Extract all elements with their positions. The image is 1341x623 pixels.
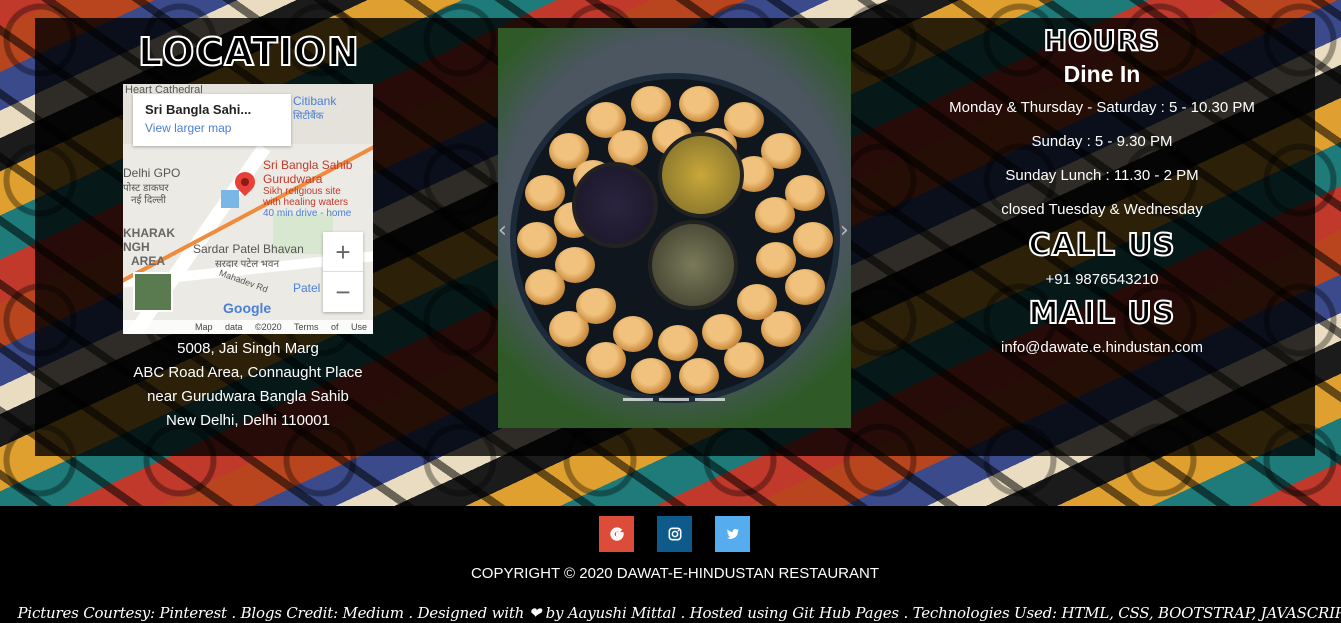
puri-item xyxy=(631,86,672,123)
copyright-text: COPYRIGHT © 2020 DAWAT-E-HINDUSTAN RESTA… xyxy=(470,565,880,582)
map-marker-title2: Gurudwara xyxy=(263,172,323,186)
terms-of-use-link[interactable]: Terms of Use xyxy=(294,322,367,332)
phone-number[interactable]: +91 9876543210 xyxy=(900,271,1304,288)
map-label-sardar: Sardar Patel Bhavan xyxy=(193,242,304,256)
puri-item xyxy=(678,86,719,123)
puri-item xyxy=(793,222,833,258)
carousel-indicator[interactable] xyxy=(695,398,725,401)
map-label-area: AREA xyxy=(131,254,166,268)
pani-bowl-image xyxy=(648,220,738,310)
puri-item xyxy=(754,196,795,233)
credits-after: by Aayushi Mittal . Hosted using Git Hub… xyxy=(545,604,1341,622)
call-us-title: CALL US xyxy=(1028,227,1176,264)
map-label-gpo: Delhi GPO xyxy=(123,166,181,180)
map-zoom-controls: + − xyxy=(323,232,363,312)
instagram-button[interactable] xyxy=(657,516,692,552)
location-title: LOCATION xyxy=(137,29,360,75)
puri-item xyxy=(784,269,825,306)
map-info-card: Sri Bangla Sahi... View larger map xyxy=(133,94,291,146)
chutney-bowl-image xyxy=(572,162,658,248)
map-data-text: Map data ©2020 xyxy=(194,322,282,332)
email-address[interactable]: info@dawate.e.hindustan.com xyxy=(900,339,1304,356)
address-block: 5008, Jai Singh Marg ABC Road Area, Conn… xyxy=(115,337,381,433)
address-line: New Delhi, Delhi 110001 xyxy=(166,412,330,429)
puri-item xyxy=(631,357,672,394)
mail-us-title: MAIL US xyxy=(1028,295,1176,332)
instagram-icon xyxy=(668,527,681,541)
credits-before: Pictures Courtesy: Pinterest . Blogs Cre… xyxy=(17,604,525,622)
carousel-next-icon[interactable]: › xyxy=(840,218,849,243)
chickpea-bowl-image xyxy=(658,132,744,218)
map-marker-desc2: with healing waters xyxy=(263,197,349,208)
google-logo: Google xyxy=(223,300,272,316)
dine-in-heading: Dine In xyxy=(1063,61,1141,87)
map-marker-desc1: Sikh religious site xyxy=(263,186,341,197)
credits-text: Pictures Courtesy: Pinterest . Blogs Cre… xyxy=(0,604,1341,622)
map-label-patel: Patel xyxy=(293,281,321,295)
puri-item xyxy=(657,325,698,361)
map-water xyxy=(221,190,239,208)
address-line: near Gurudwara Bangla Sahib xyxy=(147,388,349,405)
zoom-out-button[interactable]: − xyxy=(323,272,363,312)
puri-item xyxy=(701,313,742,350)
heart-icon: ❤ xyxy=(528,604,542,622)
map-label-kharak: KHARAK xyxy=(123,226,175,240)
map-footer: Map data ©2020 Terms of Use xyxy=(123,320,373,334)
google-map-embed[interactable]: Heart Cathedral Citibank सिटीबैंक Delhi … xyxy=(123,84,373,334)
puri-item xyxy=(517,222,557,258)
puri-item xyxy=(576,288,617,325)
hours-contact-column: HOURS Dine In Monday & Thursday - Saturd… xyxy=(900,23,1304,356)
google-icon xyxy=(609,527,624,541)
map-label-gpo-hi2: नई दिल्ली xyxy=(131,195,167,206)
twitter-button[interactable] xyxy=(715,516,750,552)
puri-item xyxy=(678,357,719,394)
hours-row: Sunday Lunch : 11.30 - 2 PM xyxy=(1005,167,1199,184)
map-label-citibank: Citibank xyxy=(293,94,337,108)
carousel-indicator[interactable] xyxy=(623,398,653,401)
map-label-ngh: NGH xyxy=(123,240,150,254)
map-marker-drive: 40 min drive - home xyxy=(263,208,352,219)
carousel-indicator[interactable] xyxy=(659,398,689,401)
puri-item xyxy=(525,174,566,211)
hours-row: Monday & Thursday - Saturday : 5 - 10.30… xyxy=(949,99,1255,116)
carousel-indicators xyxy=(623,398,725,401)
satellite-toggle-button[interactable] xyxy=(133,272,173,312)
carousel-prev-icon[interactable]: ‹ xyxy=(498,218,507,243)
twitter-icon xyxy=(726,528,739,539)
hours-title: HOURS xyxy=(1043,23,1161,58)
puri-item xyxy=(612,315,653,352)
food-carousel[interactable]: ‹ › xyxy=(498,28,851,428)
map-label-citibank-hi: सिटीबैंक xyxy=(293,111,324,122)
hours-row: closed Tuesday & Wednesday xyxy=(1001,201,1203,218)
map-place-name: Sri Bangla Sahi... xyxy=(145,102,252,117)
google-button[interactable] xyxy=(599,516,634,552)
address-line: ABC Road Area, Connaught Place xyxy=(133,364,363,381)
hours-row: Sunday : 5 - 9.30 PM xyxy=(1031,133,1173,150)
view-larger-map-link[interactable]: View larger map xyxy=(145,121,279,135)
map-marker-title: Sri Bangla Sahib xyxy=(263,158,353,172)
address-line: 5008, Jai Singh Marg xyxy=(177,340,319,357)
zoom-in-button[interactable]: + xyxy=(323,232,363,272)
